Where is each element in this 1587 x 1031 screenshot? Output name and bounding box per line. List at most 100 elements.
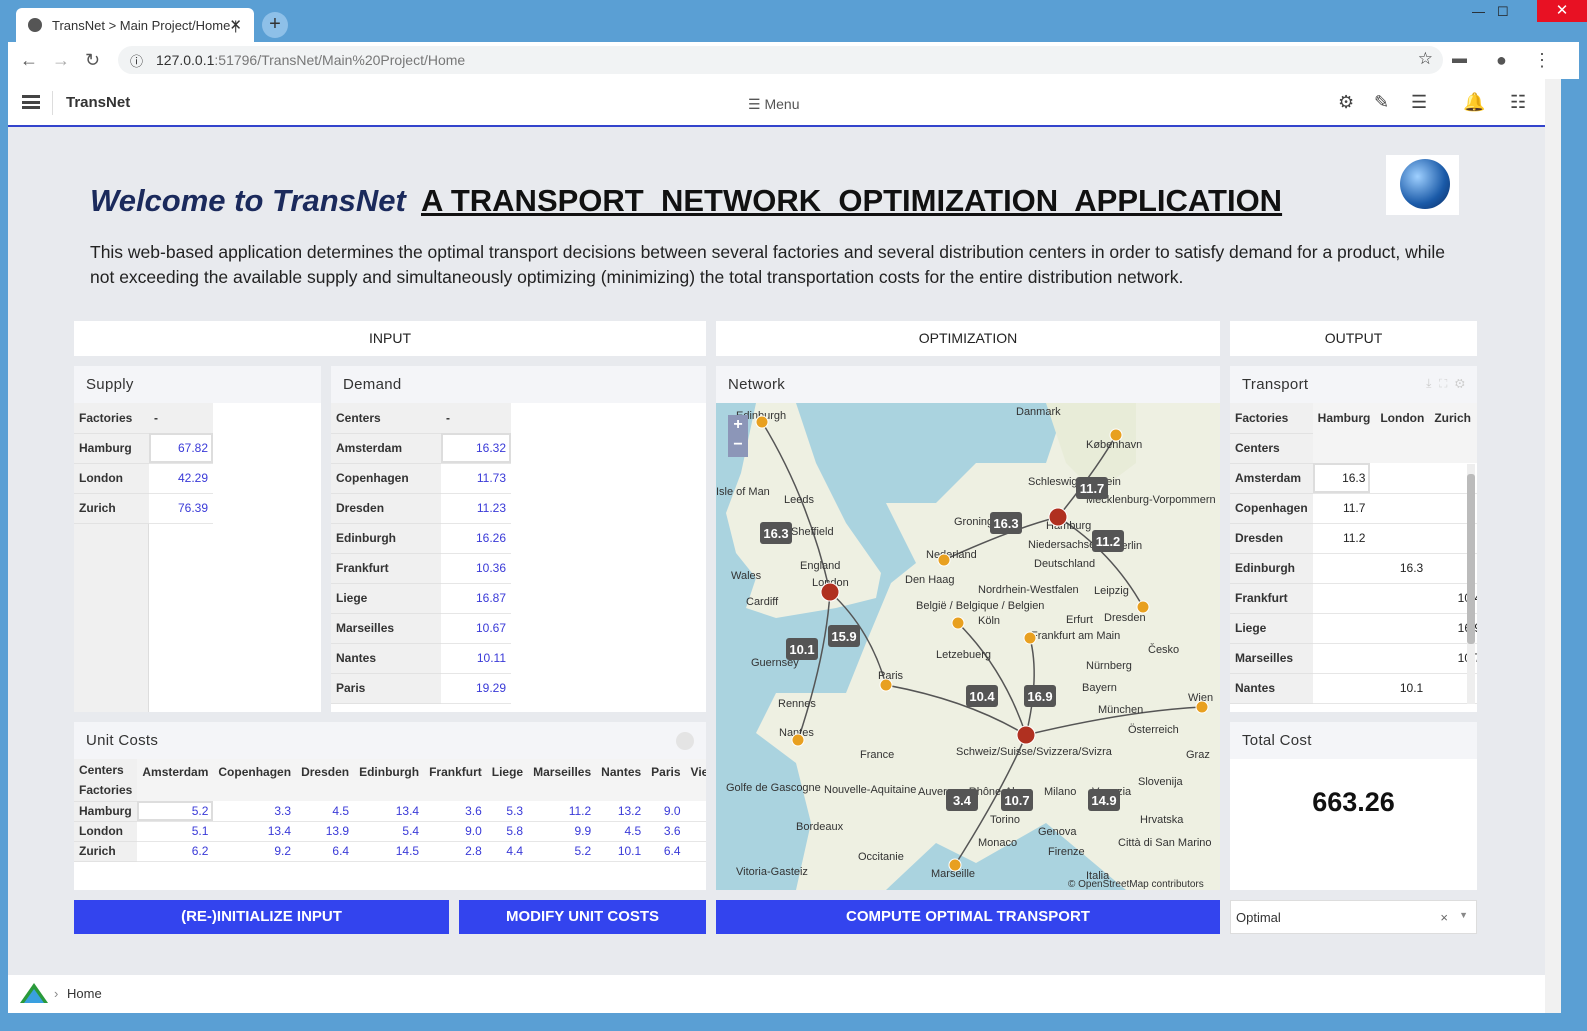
initialize-input-button[interactable]: (RE-)INITIALIZE INPUT: [74, 900, 449, 934]
demand-value[interactable]: 11.23: [441, 493, 511, 524]
reload-icon[interactable]: ↻: [85, 50, 100, 71]
supply-value[interactable]: 42.29: [149, 463, 213, 494]
transport-scrollbar[interactable]: [1467, 464, 1475, 704]
transport-value[interactable]: [1312, 553, 1371, 584]
fullscreen-icon[interactable]: ⛶: [1439, 376, 1448, 390]
unit-cost-value[interactable]: 13.4: [354, 801, 425, 822]
factory-node-hamburg[interactable]: [1048, 507, 1068, 527]
unit-cost-value[interactable]: 4.4: [486, 841, 529, 862]
flow-label[interactable]: 16.3: [760, 522, 792, 544]
flow-label[interactable]: 14.9: [1088, 789, 1120, 811]
window-close-button[interactable]: ✕: [1537, 0, 1587, 22]
transport-value[interactable]: [1312, 613, 1371, 644]
center-node-edinburgh[interactable]: [755, 415, 769, 429]
demand-value[interactable]: 16.87: [441, 583, 511, 614]
unit-cost-value[interactable]: 5.4: [354, 821, 425, 842]
unit-cost-value[interactable]: 3.6: [424, 801, 487, 822]
extension-icon[interactable]: ▬: [1452, 50, 1467, 67]
demand-value[interactable]: 10.36: [441, 553, 511, 584]
maximize-icon[interactable]: ☐: [1497, 4, 1509, 20]
unit-cost-value[interactable]: 5.2: [137, 801, 214, 822]
sliders-icon[interactable]: ☷: [1510, 92, 1526, 113]
center-node-vienna[interactable]: [1195, 700, 1209, 714]
unit-cost-value[interactable]: 13.2: [596, 801, 647, 822]
transport-value[interactable]: 11.7: [1312, 493, 1371, 524]
demand-value[interactable]: 19.29: [441, 673, 511, 704]
breadcrumb-home[interactable]: Home: [67, 986, 102, 1001]
unit-cost-value[interactable]: 7.9: [685, 841, 706, 862]
unit-cost-value[interactable]: 13.4: [213, 821, 297, 842]
demand-value[interactable]: 10.67: [441, 613, 511, 644]
transport-value[interactable]: [1312, 673, 1371, 704]
demand-value[interactable]: 16.32: [441, 433, 511, 464]
close-tab-icon[interactable]: ✕: [229, 16, 242, 34]
unit-cost-value[interactable]: 5.1: [137, 821, 214, 842]
transport-value[interactable]: [1312, 583, 1371, 614]
unit-cost-value[interactable]: 6.4: [646, 841, 686, 862]
forward-icon[interactable]: →: [52, 50, 70, 71]
page-scrollbar[interactable]: [1545, 79, 1561, 1013]
center-node-frankfurt[interactable]: [1023, 631, 1037, 645]
status-select[interactable]: Optimal × ▼: [1230, 900, 1477, 934]
unit-cost-value[interactable]: 9.0: [646, 801, 686, 822]
center-node-nantes[interactable]: [791, 733, 805, 747]
hamburger-icon[interactable]: [22, 95, 40, 109]
browser-tab[interactable]: TransNet > Main Project/Home | ✕: [16, 8, 254, 42]
flow-label[interactable]: 16.3: [990, 512, 1022, 534]
gear-icon[interactable]: ⚙: [1338, 92, 1354, 113]
demand-value[interactable]: 16.26: [441, 523, 511, 554]
brand[interactable]: TransNet: [52, 91, 130, 115]
url-input[interactable]: ⓘ 127.0.0.1:51796/TransNet/Main%20Project…: [118, 46, 1443, 74]
list-icon[interactable]: ☰: [1411, 92, 1427, 113]
factory-node-london[interactable]: [820, 582, 840, 602]
transport-value[interactable]: [1370, 493, 1429, 524]
unit-cost-value[interactable]: 3.3: [213, 801, 297, 822]
transport-value[interactable]: 10.1: [1370, 673, 1429, 704]
unit-cost-value[interactable]: 10.1: [596, 841, 647, 862]
settings-icon[interactable]: ⚙: [1455, 376, 1465, 390]
transport-value[interactable]: [1370, 613, 1429, 644]
flow-label[interactable]: 15.9: [828, 625, 860, 647]
demand-value[interactable]: 11.73: [441, 463, 511, 494]
map-attribution[interactable]: © OpenStreetMap contributors: [1068, 879, 1204, 890]
unit-cost-value[interactable]: 13.9: [296, 821, 355, 842]
center-node-marseilles[interactable]: [948, 858, 962, 872]
flow-label[interactable]: 10.7: [1001, 789, 1033, 811]
transport-value[interactable]: 16.3: [1312, 463, 1371, 494]
bell-icon[interactable]: 🔔: [1463, 92, 1485, 113]
network-map[interactable]: DanmarkKøbenhavnEdinburghLeedsIsle of Ma…: [716, 403, 1220, 890]
unit-cost-value[interactable]: 5.3: [486, 801, 529, 822]
supply-value[interactable]: 76.39: [149, 493, 213, 524]
new-tab-button[interactable]: +: [262, 12, 288, 38]
compute-optimal-transport-button[interactable]: COMPUTE OPTIMAL TRANSPORT: [716, 900, 1220, 934]
transport-value[interactable]: 16.3: [1370, 553, 1429, 584]
zoom-in-button[interactable]: +: [728, 415, 748, 435]
demand-value[interactable]: 10.11: [441, 643, 511, 674]
flow-label[interactable]: 10.1: [786, 638, 818, 660]
chevron-down-icon[interactable]: ▼: [1459, 910, 1468, 920]
flow-label[interactable]: 16.9: [1024, 685, 1056, 707]
factory-node-zurich[interactable]: [1016, 725, 1036, 745]
center-node-amsterdam[interactable]: [937, 553, 951, 567]
center-node-liege[interactable]: [951, 616, 965, 630]
zoom-out-button[interactable]: −: [728, 435, 748, 455]
app-logo-icon[interactable]: [20, 983, 48, 1005]
unit-cost-value[interactable]: 6.4: [296, 841, 355, 862]
unit-cost-value[interactable]: 6.2: [137, 841, 214, 862]
minimize-icon[interactable]: —: [1472, 4, 1485, 19]
clear-icon[interactable]: ×: [1440, 910, 1448, 925]
menu-circle-icon[interactable]: [676, 732, 694, 750]
unit-cost-value[interactable]: 11.2: [528, 801, 597, 822]
flow-label[interactable]: 3.4: [946, 789, 978, 811]
unit-cost-value[interactable]: 4.5: [296, 801, 355, 822]
transport-value[interactable]: [1370, 463, 1429, 494]
unit-cost-value[interactable]: 2.8: [424, 841, 487, 862]
transport-value[interactable]: [1370, 583, 1429, 614]
download-icon[interactable]: ⤓: [1426, 376, 1432, 390]
center-node-copenhagen[interactable]: [1109, 428, 1123, 442]
transport-value[interactable]: [1370, 523, 1429, 554]
transport-value[interactable]: 11.2: [1312, 523, 1371, 554]
unit-cost-value[interactable]: 16.9: [685, 821, 706, 842]
profile-icon[interactable]: ●: [1496, 50, 1507, 71]
unit-cost-value[interactable]: 4.5: [596, 821, 647, 842]
